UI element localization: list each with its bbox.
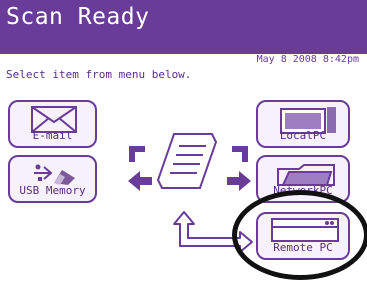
email-label: E-mail — [32, 129, 73, 142]
scan-ready-screen: Scan Ready May 8 2008 8:42pm Select item… — [0, 0, 367, 289]
localpc-label: LocalPC — [279, 129, 327, 142]
usb-memory-label: USB Memory — [19, 184, 86, 197]
page-title: Scan Ready — [6, 4, 150, 30]
localpc-button[interactable]: LocalPC — [256, 100, 350, 148]
arrow-to-email-icon — [129, 146, 149, 166]
title-bar: Scan Ready — [0, 0, 367, 54]
datetime-text: May 8 2008 8:42pm — [257, 54, 359, 65]
instruction-text: Select item from menu below. — [6, 68, 192, 81]
date-text: May 8 2008 — [256, 54, 317, 65]
document-icon — [156, 133, 218, 189]
highlight-circle — [232, 190, 367, 280]
arrow-to-localpc-icon — [228, 146, 248, 166]
email-button[interactable]: E-mail — [8, 100, 97, 148]
arrow-to-usb-icon — [128, 171, 152, 191]
arrow-to-network-icon — [227, 171, 251, 191]
usb-memory-button[interactable]: USB Memory — [8, 155, 97, 203]
time-text: 8:42pm — [322, 54, 359, 65]
